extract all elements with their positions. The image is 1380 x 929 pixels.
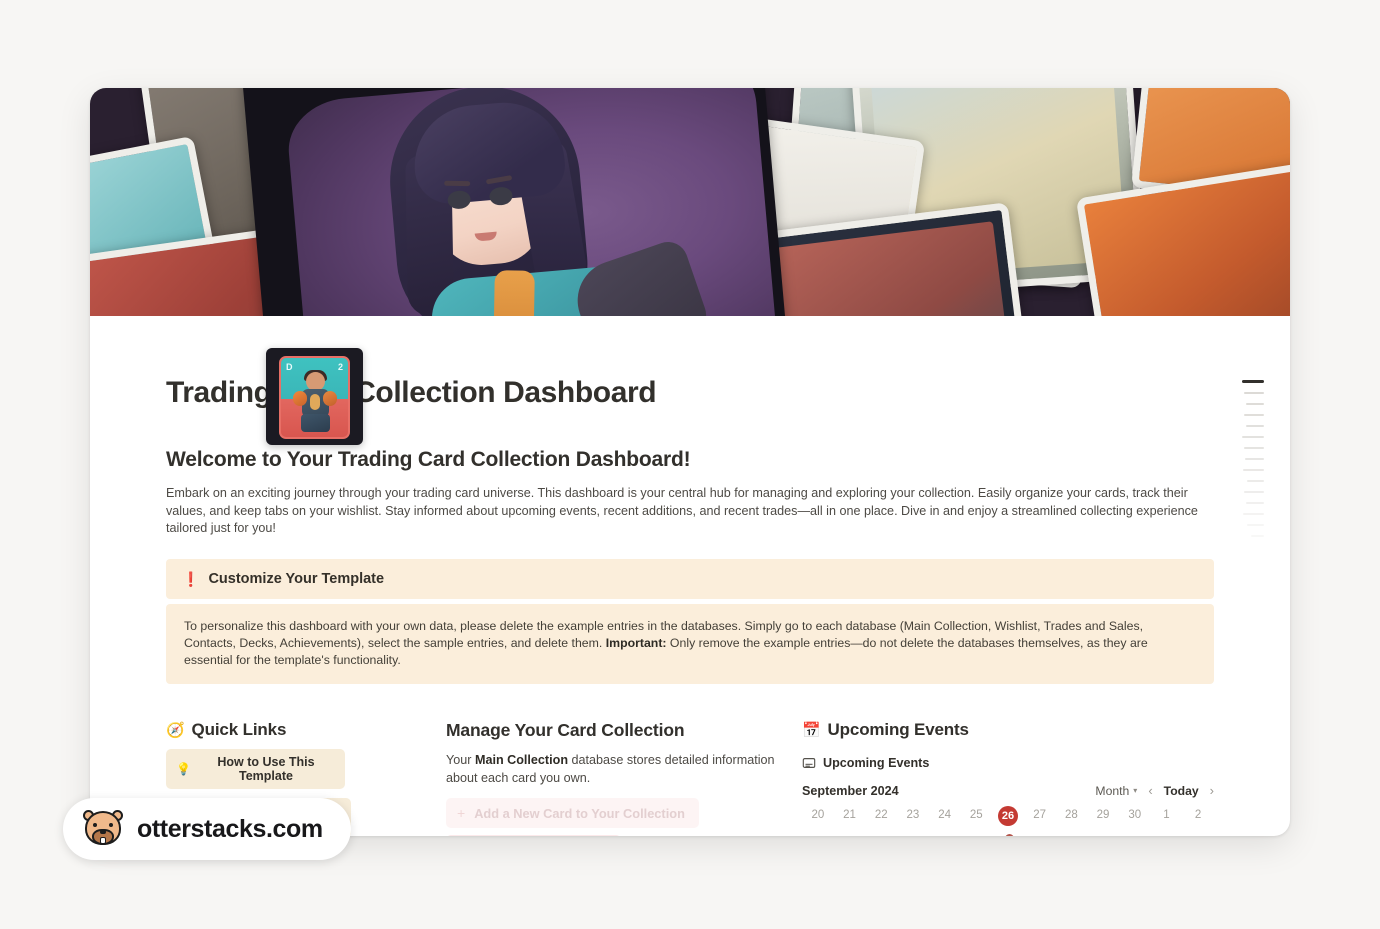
desc-bold: Main Collection	[474, 753, 569, 768]
watermark-text: otterstacks.com	[137, 814, 323, 843]
toc-line-active[interactable]	[1242, 380, 1264, 383]
callout-title: Customize Your Template	[208, 570, 385, 587]
calendar-day[interactable]: 2	[1182, 809, 1214, 829]
upcoming-events-heading-label: Upcoming Events	[827, 720, 969, 740]
events-calendar-widget[interactable]: September 2024 Month ▾ ‹ Today › 20 21 2…	[802, 783, 1214, 836]
calendar-month-label: September 2024	[802, 783, 899, 798]
calendar-view-selector[interactable]: Month ▾	[1095, 784, 1137, 798]
toc-line[interactable]	[1246, 424, 1264, 427]
calendar-day[interactable]: 29	[1087, 809, 1119, 829]
add-new-card-button[interactable]: + Add a New Card to Your Collection	[446, 798, 699, 829]
manage-collection-heading-label: Manage Your Card Collection	[446, 720, 685, 741]
column-manage-collection: Manage Your Card Collection Your Main Co…	[446, 720, 802, 836]
toc-line[interactable]	[1245, 457, 1264, 460]
welcome-paragraph: Embark on an exciting journey through yo…	[166, 486, 1198, 535]
callout-body-important: Important:	[605, 635, 667, 650]
gallery-view-icon	[802, 758, 816, 769]
calendar-day[interactable]: 28	[1056, 809, 1088, 829]
calendar-day[interactable]: 25	[960, 809, 992, 829]
view-collection-button[interactable]: 🔭 View Your Collection	[446, 835, 621, 836]
desc-pre: Your	[446, 753, 475, 768]
calendar-prev-button[interactable]: ‹	[1148, 783, 1152, 798]
toc-line[interactable]	[1246, 501, 1264, 504]
calendar-icon: 📅	[802, 722, 821, 740]
notion-page-card: D 2 Trading Card Collection Dashboard We…	[90, 88, 1290, 836]
toc-line[interactable]	[1244, 446, 1264, 449]
calendar-day[interactable]: 22	[865, 809, 897, 829]
calendar-day-today[interactable]: 26	[992, 806, 1024, 829]
calendar-day[interactable]: 30	[1119, 809, 1151, 829]
toc-line[interactable]	[1243, 468, 1264, 471]
anime-character-art	[364, 88, 712, 316]
upcoming-events-database-label: Upcoming Events	[823, 756, 930, 771]
toc-line[interactable]	[1247, 479, 1264, 482]
cover-card-hero-anime	[241, 88, 789, 316]
page-icon-character	[293, 370, 337, 434]
exclamation-icon: ❗	[182, 570, 200, 587]
table-of-contents-minimap[interactable]	[1234, 380, 1264, 537]
calendar-day[interactable]: 1	[1151, 809, 1183, 829]
calendar-next-button[interactable]: ›	[1210, 783, 1214, 798]
calendar-day[interactable]: 20	[802, 809, 834, 829]
quick-links-heading-label: Quick Links	[191, 720, 287, 740]
how-to-use-template-label: How to Use This Template	[217, 755, 315, 784]
upcoming-events-heading: 📅 Upcoming Events	[802, 720, 1214, 740]
toc-line[interactable]	[1242, 435, 1264, 438]
chevron-down-icon: ▾	[1133, 786, 1138, 796]
compass-icon: 🧭	[166, 722, 185, 740]
toc-line[interactable]	[1243, 512, 1264, 515]
calendar-today-button[interactable]: Today	[1164, 784, 1199, 798]
otterstacks-watermark: otterstacks.com	[63, 798, 351, 860]
page-content: Trading Card Collection Dashboard Welcom…	[90, 376, 1290, 836]
calendar-day[interactable]: 27	[1024, 809, 1056, 829]
page-icon-badge-right: 2	[337, 362, 343, 372]
manage-collection-heading: Manage Your Card Collection	[446, 720, 802, 741]
page-icon-badge-left: D	[286, 362, 293, 372]
callout-body: To personalize this dashboard with your …	[166, 603, 1214, 685]
manage-collection-description: Your Main Collection database stores det…	[446, 752, 802, 787]
bulb-icon: 💡	[176, 762, 191, 777]
calendar-day[interactable]: 21	[834, 809, 866, 829]
calendar-day-header: 20 21 22 23 24 25 26 27 28 29 30 1 2	[802, 806, 1214, 831]
page-cover-banner[interactable]	[90, 88, 1290, 316]
quick-links-heading: 🧭 Quick Links	[166, 720, 446, 740]
add-new-card-label: Add a New Card to Your Collection	[474, 805, 685, 821]
calendar-now-dot	[1005, 834, 1014, 836]
welcome-heading: Welcome to Your Trading Card Collection …	[166, 448, 691, 471]
toc-line[interactable]	[1247, 523, 1264, 526]
column-upcoming-events: 📅 Upcoming Events Upcoming Events Septem…	[802, 720, 1214, 836]
callout-customize-template: ❗ Customize Your Template	[166, 558, 1214, 599]
toc-line[interactable]	[1244, 391, 1264, 394]
cover-image	[90, 88, 1290, 316]
toc-line[interactable]	[1244, 413, 1264, 416]
upcoming-events-database-link[interactable]: Upcoming Events	[802, 756, 1214, 770]
calendar-day[interactable]: 23	[897, 809, 929, 829]
toc-line[interactable]	[1246, 402, 1264, 405]
page-icon-card: D 2	[279, 356, 350, 439]
calendar-toolbar: September 2024 Month ▾ ‹ Today ›	[802, 783, 1214, 798]
how-to-use-template-link[interactable]: 💡 How to Use This Template	[166, 749, 345, 790]
toc-line[interactable]	[1244, 490, 1264, 493]
otter-logo-icon	[83, 809, 123, 849]
calendar-view-label: Month	[1095, 783, 1130, 798]
toc-line[interactable]	[1251, 534, 1264, 537]
plus-icon: +	[457, 805, 466, 822]
calendar-day[interactable]: 24	[929, 809, 961, 829]
page-icon[interactable]: D 2	[266, 348, 363, 445]
